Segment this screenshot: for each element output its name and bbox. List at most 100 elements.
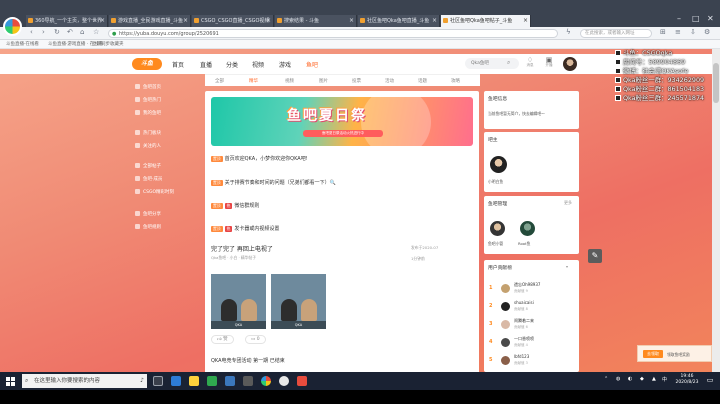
edit-post-button[interactable]: ✎: [588, 249, 602, 263]
browser-tab[interactable]: 社区鱼吧Qka鱼吧直播_斗鱼 ×: [358, 15, 440, 27]
pinned-post[interactable]: 置顶热发卡器或内视频设置: [211, 225, 279, 232]
leftnav-item[interactable]: 关注的人: [135, 143, 161, 149]
site-search-input[interactable]: [465, 58, 519, 69]
back-icon[interactable]: ‹: [30, 28, 33, 36]
leftnav-item[interactable]: CSGO精彩时刻: [135, 189, 174, 195]
browser-360-taskbar-icon[interactable]: [261, 376, 271, 386]
rank-avatar[interactable]: [501, 302, 510, 311]
settings-icon[interactable]: ⚙: [704, 28, 710, 36]
leftnav-item[interactable]: 鱼吧·成员: [135, 176, 162, 182]
user-avatar[interactable]: [563, 57, 577, 71]
reload-icon[interactable]: ↻: [54, 28, 60, 36]
subtab[interactable]: 图片: [319, 78, 328, 84]
edge-icon[interactable]: [171, 376, 181, 386]
tab-close-icon[interactable]: ×: [349, 15, 354, 27]
reply-button[interactable]: ▭ 0: [245, 335, 266, 344]
subtab[interactable]: 全部: [215, 78, 224, 84]
bookmark-item[interactable]: 立即同步收藏夹: [92, 40, 124, 49]
url-field[interactable]: ● https://yuba.douyu.com/group/2520691: [108, 29, 558, 38]
more-link[interactable]: 更多: [564, 200, 572, 206]
leftnav-item[interactable]: 鱼吧规则: [135, 224, 161, 230]
taskbar-clock[interactable]: 19:46 2020/8/23: [673, 374, 701, 386]
browser-tab[interactable]: CSGO_CSGO直播_CSGO视频 ×: [192, 15, 274, 27]
post-image[interactable]: QKA: [211, 274, 266, 329]
extension-icon[interactable]: ⊞: [660, 28, 666, 36]
rank-avatar[interactable]: [501, 320, 510, 329]
post-item[interactable]: 完了完了 再回上电视了 Qka鱼吧 · 小白 · 精华帖子 发布于2020-07…: [211, 244, 473, 344]
menu-icon[interactable]: ≡: [675, 28, 681, 36]
host-avatar[interactable]: [490, 156, 507, 173]
scrollbar-thumb[interactable]: [713, 63, 719, 103]
home-icon[interactable]: ⌂: [80, 28, 84, 36]
post-title[interactable]: QKA电竞专团活动 第一期 已结束: [211, 357, 285, 364]
messages-button[interactable]: ♢ 消息: [522, 56, 538, 68]
post-image[interactable]: QKA: [271, 274, 326, 329]
nav-category[interactable]: 分类: [226, 60, 238, 69]
leftnav-item[interactable]: 鱼吧热门: [135, 97, 161, 103]
rank-avatar[interactable]: [501, 338, 510, 347]
leftnav-item[interactable]: 热门板块: [135, 130, 161, 136]
windows-start-icon[interactable]: [6, 377, 15, 386]
bookmark-item[interactable]: 斗鱼直播·在线看: [6, 40, 39, 49]
nav-yuba[interactable]: 鱼吧: [306, 60, 318, 69]
microphone-icon[interactable]: ♪: [140, 374, 144, 388]
subtab[interactable]: 攻略: [451, 78, 460, 84]
pinned-post[interactable]: 置顶 关于排赛节奏和时间的问题（兄弟们都看一下）🔍: [211, 179, 336, 186]
nav-video[interactable]: 视频: [252, 60, 264, 69]
tab-close-icon[interactable]: ×: [183, 15, 188, 27]
nav-home[interactable]: 首页: [172, 60, 184, 69]
rank-avatar[interactable]: [501, 356, 510, 365]
download-icon[interactable]: ⇩: [690, 28, 696, 36]
leftnav-item[interactable]: 鱼吧首页: [135, 84, 161, 90]
like-button[interactable]: 👍︎ 赞: [211, 335, 234, 344]
manager-avatar[interactable]: [490, 221, 505, 236]
leftnav-item[interactable]: 我的鱼吧: [135, 110, 161, 116]
nav-game[interactable]: 游戏: [279, 60, 291, 69]
browser-tab[interactable]: 360导航_一个主页，整个世界 ×: [26, 15, 108, 27]
address-search-box[interactable]: 在此搜索，或者输入网址: [580, 29, 652, 38]
window-minimize-button[interactable]: –: [677, 14, 681, 23]
browser-tab[interactable]: 搜索结果 - 斗鱼 ×: [275, 15, 357, 27]
browser-logo-icon[interactable]: [3, 17, 22, 36]
tab-close-icon[interactable]: ×: [266, 15, 271, 27]
tab-close-icon[interactable]: ×: [432, 15, 437, 27]
store-icon[interactable]: [207, 376, 217, 386]
pinned-post[interactable]: 置顶热微信群规则: [211, 202, 259, 209]
event-banner[interactable]: 鱼吧夏日祭 鱼吧夏日祭活动火热进行中: [211, 97, 473, 146]
ranking-toggle-icon[interactable]: ▾: [566, 264, 568, 269]
notification-icon[interactable]: ▭: [705, 376, 715, 386]
forward-icon[interactable]: ›: [42, 28, 45, 36]
tray-expand-icon[interactable]: ⌃: [604, 376, 608, 382]
leftnav-item[interactable]: 全部帖子: [135, 163, 161, 169]
manager-avatar[interactable]: [520, 221, 535, 236]
subtab-active[interactable]: 精华: [249, 78, 258, 84]
subtab[interactable]: 活动: [385, 78, 394, 84]
subtab[interactable]: 视频: [285, 78, 294, 84]
undo-icon[interactable]: ↶: [67, 28, 73, 36]
start-stream-button[interactable]: ▣ 开播: [541, 56, 557, 68]
browser-tab-active[interactable]: 社区鱼吧Qka鱼吧帖子_斗鱼 ×: [441, 15, 531, 27]
ime-lang[interactable]: 中: [662, 376, 667, 383]
page-scrollbar[interactable]: [712, 49, 720, 372]
tray-app-icon[interactable]: ◐: [628, 376, 632, 382]
obs-icon[interactable]: [279, 376, 289, 386]
tab-close-icon[interactable]: ×: [100, 15, 105, 27]
tab-close-icon[interactable]: ×: [523, 15, 528, 27]
window-maximize-button[interactable]: □: [692, 14, 700, 23]
tray-app-icon[interactable]: ◆: [640, 376, 644, 382]
window-close-button[interactable]: ✕: [707, 14, 714, 23]
claim-button[interactable]: 去领取: [643, 350, 663, 358]
taskbar-search-box[interactable]: ⌕ 在这里输入你要搜索的内容 ♪: [22, 374, 147, 388]
lightning-icon[interactable]: ϟ: [566, 28, 571, 36]
subtab[interactable]: 投票: [352, 78, 361, 84]
file-explorer-icon[interactable]: [189, 376, 199, 386]
nav-live[interactable]: 直播: [200, 60, 212, 69]
browser-tab[interactable]: 游戏直播_全民游戏直播_斗鱼 ×: [109, 15, 191, 27]
douyu-app-icon[interactable]: [297, 376, 307, 386]
network-icon[interactable]: ▲: [652, 376, 656, 382]
site-logo[interactable]: 斗鱼: [132, 58, 162, 70]
rank-avatar[interactable]: [501, 284, 510, 293]
pinned-post[interactable]: 置顶 首页欢迎QKA，小梦你欢迎你QKA吧!: [211, 155, 308, 162]
tray-app-icon[interactable]: ◍: [616, 376, 620, 382]
task-view-icon[interactable]: [153, 376, 163, 386]
